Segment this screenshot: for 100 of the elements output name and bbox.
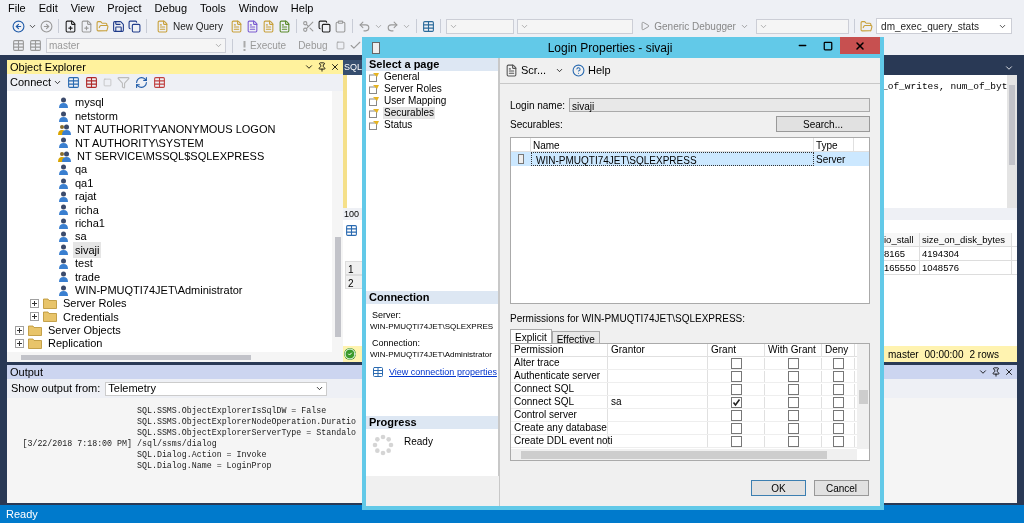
editor-area[interactable]: _of_writes, num_of_byt xyxy=(882,75,1017,208)
table-cell: Create any database xyxy=(511,422,608,434)
user-icon xyxy=(58,284,69,296)
expand-toggle[interactable] xyxy=(15,325,24,335)
checkbox[interactable] xyxy=(787,357,799,369)
folder-icon xyxy=(28,324,42,336)
back-icon[interactable] xyxy=(12,19,25,33)
table-cell: WIN-PMUQTI74JET\SQLEXPRESS xyxy=(531,152,814,166)
checkbox[interactable] xyxy=(832,370,844,382)
field-label: Server: xyxy=(372,310,401,320)
dropdown-icon[interactable] xyxy=(978,367,988,377)
checkbox[interactable] xyxy=(787,383,799,395)
results-grid-icon[interactable] xyxy=(345,224,358,237)
column-header[interactable]: Grant xyxy=(708,344,765,356)
page-item[interactable]: Securables xyxy=(383,107,436,119)
scrollbar[interactable] xyxy=(857,344,869,449)
horizontal-scrollbar[interactable] xyxy=(882,208,1017,220)
checkbox[interactable] xyxy=(787,370,799,382)
dialog-button[interactable]: Cancel xyxy=(814,480,869,496)
output-source-dropdown[interactable]: Telemetry xyxy=(105,381,328,396)
column-header[interactable]: size_on_disk_bytes xyxy=(920,233,1012,246)
checkbox[interactable] xyxy=(832,409,844,421)
checkbox[interactable] xyxy=(730,409,742,421)
caret-icon xyxy=(555,66,565,75)
script-icon xyxy=(505,64,518,77)
checkbox[interactable] xyxy=(730,383,742,395)
checkbox[interactable] xyxy=(832,383,844,395)
column-header[interactable]: With Grant xyxy=(765,344,822,356)
expand-toggle[interactable] xyxy=(15,339,24,349)
dropdown-icon[interactable] xyxy=(304,62,314,72)
tree-item[interactable]: sivaji xyxy=(73,241,102,259)
dialog-button[interactable]: OK xyxy=(751,480,806,496)
menu-item[interactable]: Window xyxy=(238,0,278,17)
checkbox[interactable] xyxy=(832,396,844,408)
close-icon[interactable] xyxy=(1004,367,1014,377)
copy-icon[interactable] xyxy=(317,19,331,33)
pin-icon[interactable] xyxy=(317,62,327,72)
checkbox[interactable] xyxy=(787,435,799,447)
menu-item[interactable]: Help xyxy=(290,0,314,17)
search-button[interactable]: Search... xyxy=(776,116,870,132)
expand-toggle[interactable] xyxy=(30,299,39,309)
undo-icon[interactable] xyxy=(357,19,371,33)
checkbox[interactable] xyxy=(730,357,742,369)
document-icon xyxy=(155,19,169,33)
redo-icon[interactable] xyxy=(385,19,399,33)
save-icon[interactable] xyxy=(111,19,125,33)
checkbox[interactable] xyxy=(832,435,844,447)
parse-icon[interactable] xyxy=(348,39,362,52)
horizontal-scrollbar[interactable] xyxy=(7,352,343,362)
column-header[interactable]: Type xyxy=(814,138,854,151)
page-icon xyxy=(369,108,380,118)
column-header[interactable]: Name xyxy=(531,138,814,151)
horizontal-scrollbar[interactable] xyxy=(511,449,857,460)
checkbox[interactable] xyxy=(730,435,742,447)
menu-item[interactable]: Edit xyxy=(38,0,58,17)
menu-item[interactable]: Project xyxy=(107,0,142,17)
column-header[interactable]: Permission xyxy=(511,344,608,356)
refresh-icon[interactable] xyxy=(135,76,148,89)
column-header[interactable]: Deny xyxy=(822,344,855,356)
checkbox[interactable] xyxy=(787,409,799,421)
menu-item[interactable]: File xyxy=(8,0,26,17)
zoom-box[interactable]: 100 xyxy=(343,208,363,220)
checkbox[interactable] xyxy=(730,370,742,382)
checkbox[interactable] xyxy=(730,422,742,434)
folder-icon xyxy=(28,338,42,350)
help-button[interactable]: Help xyxy=(572,62,611,79)
column-header[interactable]: io_stall xyxy=(882,233,920,246)
user-icon xyxy=(58,257,69,269)
table-row[interactable]: WIN-PMUQTI74JET\SQLEXPRESS Server xyxy=(511,152,869,166)
database-name: master xyxy=(888,347,919,362)
script-button[interactable]: Scr... xyxy=(505,62,565,79)
tab[interactable]: Explicit xyxy=(510,329,552,343)
new-file-icon[interactable] xyxy=(63,19,77,33)
document-tab[interactable]: SQL xyxy=(343,60,363,75)
expand-toggle[interactable] xyxy=(30,312,39,322)
forward-icon[interactable] xyxy=(40,19,53,33)
menu-item[interactable]: Debug xyxy=(154,0,188,17)
checkbox[interactable] xyxy=(832,357,844,369)
tab[interactable]: Effective xyxy=(551,331,600,343)
page-item[interactable]: General xyxy=(383,71,421,83)
column-header[interactable]: Grantor xyxy=(608,344,708,356)
scrollbar[interactable] xyxy=(1007,75,1017,208)
pin-icon[interactable] xyxy=(991,367,1001,377)
table-cell: Alter trace xyxy=(511,357,608,369)
login-name-field[interactable]: sivaji xyxy=(569,98,870,112)
new-query-button[interactable]: New Query xyxy=(151,18,227,34)
close-icon[interactable] xyxy=(330,62,340,72)
connect-button[interactable]: Connect xyxy=(10,74,62,91)
page-item[interactable]: Server Roles xyxy=(383,83,443,95)
checkbox[interactable] xyxy=(787,396,799,408)
checkbox[interactable] xyxy=(730,396,742,408)
menu-item[interactable]: Tools xyxy=(200,0,226,17)
scrollbar[interactable] xyxy=(332,91,343,352)
page-item[interactable]: Status xyxy=(383,119,414,131)
menu-item[interactable]: View xyxy=(70,0,95,17)
checkbox[interactable] xyxy=(787,422,799,434)
checkbox[interactable] xyxy=(832,422,844,434)
connection-properties-link[interactable]: View connection properties xyxy=(389,366,497,378)
page-item[interactable]: User Mapping xyxy=(383,95,448,107)
find-field[interactable]: dm_exec_query_stats xyxy=(876,18,1012,34)
